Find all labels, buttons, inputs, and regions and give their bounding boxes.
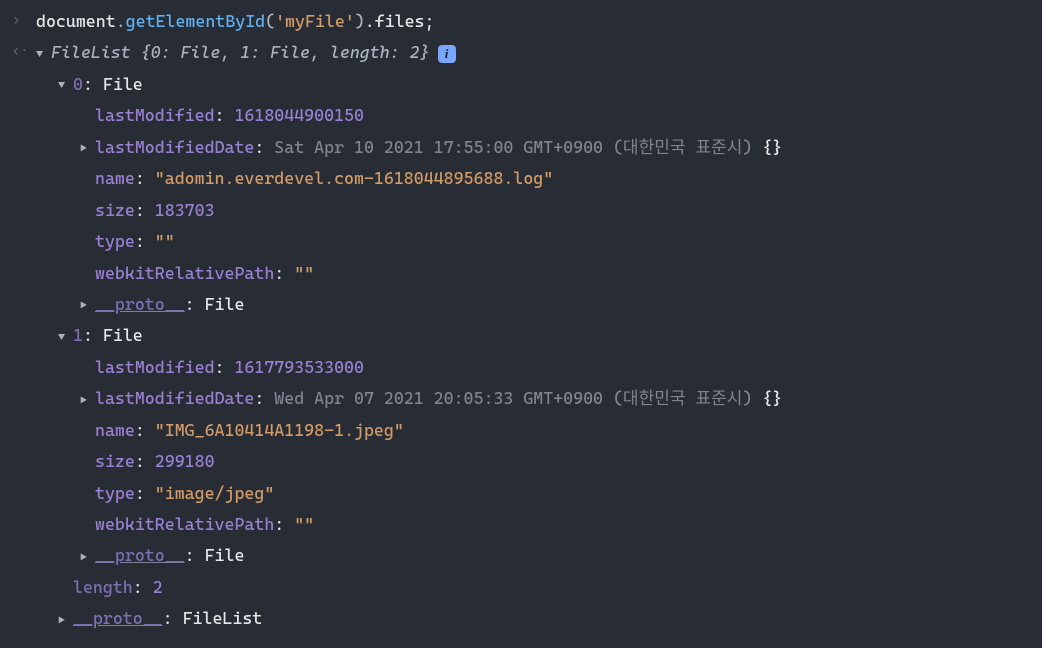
prop-proto-outer[interactable]: ▶__proto__: FileList bbox=[36, 603, 1030, 634]
summary-type: FileList bbox=[51, 42, 131, 62]
prop-lastModified: lastModified: 1618044900150 bbox=[36, 100, 1030, 131]
prop-lastModifiedDate[interactable]: ▶lastModifiedDate: Wed Apr 07 2021 20:05… bbox=[36, 383, 1030, 414]
prop-name: name: "adomin.everdevel.com-161804489568… bbox=[36, 163, 1030, 194]
file-entry-1[interactable]: ▼1: File bbox=[36, 320, 1030, 351]
expand-toggle-icon[interactable]: ▼ bbox=[58, 74, 72, 96]
prop-webkitRelativePath: webkitRelativePath: "" bbox=[36, 509, 1030, 540]
prop-proto[interactable]: ▶__proto__: File bbox=[36, 289, 1030, 320]
expand-toggle-icon[interactable]: ▶ bbox=[80, 389, 94, 411]
expand-toggle-icon[interactable]: ▶ bbox=[80, 294, 94, 316]
prop-name: name: "IMG_6A10414A1198-1.jpeg" bbox=[36, 415, 1030, 446]
summary-preview: {0: File, 1: File, length: 2} bbox=[141, 42, 430, 62]
prop-lastModifiedDate[interactable]: ▶lastModifiedDate: Sat Apr 10 2021 17:55… bbox=[36, 132, 1030, 163]
prompt-icon: › bbox=[12, 6, 36, 34]
prop-length: length: 2 bbox=[36, 572, 1030, 603]
expand-toggle-icon[interactable]: ▶ bbox=[80, 546, 94, 568]
prop-size: size: 299180 bbox=[36, 446, 1030, 477]
file-entry-0[interactable]: ▼0: File bbox=[36, 69, 1030, 100]
prop-type: type: "image/jpeg" bbox=[36, 478, 1030, 509]
expand-toggle-icon[interactable]: ▼ bbox=[58, 326, 72, 348]
prop-lastModified: lastModified: 1617793533000 bbox=[36, 352, 1030, 383]
prop-type: type: "" bbox=[36, 226, 1030, 257]
expand-toggle-icon[interactable]: ▼ bbox=[36, 43, 50, 65]
prop-webkitRelativePath: webkitRelativePath: "" bbox=[36, 258, 1030, 289]
console-input-expression[interactable]: document.getElementById('myFile').files; bbox=[36, 6, 1030, 37]
info-icon[interactable]: i bbox=[438, 45, 456, 63]
prop-proto[interactable]: ▶__proto__: File bbox=[36, 540, 1030, 571]
console-output-row: ‹· ▼FileList {0: File, 1: File, length: … bbox=[12, 37, 1030, 634]
expand-toggle-icon[interactable]: ▶ bbox=[58, 609, 72, 631]
console-input-row: › document.getElementById('myFile').file… bbox=[12, 6, 1030, 37]
filelist-summary[interactable]: ▼FileList {0: File, 1: File, length: 2} i bbox=[36, 37, 1030, 68]
prop-size: size: 183703 bbox=[36, 195, 1030, 226]
result-icon: ‹· bbox=[12, 37, 36, 65]
expand-toggle-icon[interactable]: ▶ bbox=[80, 137, 94, 159]
